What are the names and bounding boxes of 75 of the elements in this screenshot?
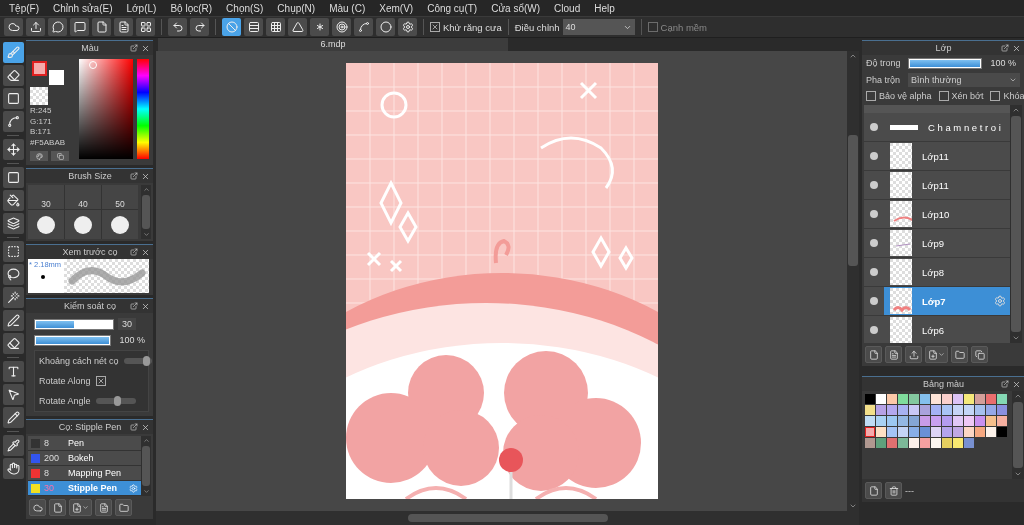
brush-item[interactable]: 8 Pen: [28, 436, 141, 451]
layer-item[interactable]: Lớp10: [884, 200, 1010, 228]
size-value: 30: [118, 318, 136, 330]
option-label: Khoảng cách nét cọ: [39, 356, 119, 366]
menu-item[interactable]: Bộ lọc(R): [163, 2, 220, 14]
layer-item[interactable]: C h a m n e t r o i: [884, 113, 1010, 141]
layer-name: C h a m n e t r o i: [928, 121, 1002, 133]
menu-item[interactable]: Help: [587, 2, 622, 14]
layer-row[interactable]: Lớp10: [864, 200, 1010, 229]
menu-item[interactable]: Chọn(S): [219, 2, 271, 14]
field-label: Pha trộn: [866, 75, 902, 85]
layer-item[interactable]: Lớp9: [884, 229, 1010, 257]
panel-title: Cọ: Stipple Pen: [57, 422, 123, 432]
layer-row[interactable]: C h a m n e t r o i: [864, 113, 1010, 142]
option-label: Rotate Along: [39, 376, 91, 386]
layer-name: Lớp11: [922, 179, 950, 191]
brush-item[interactable]: 200 Bokeh: [28, 451, 141, 466]
menu-item[interactable]: Cửa sổ(W): [484, 2, 548, 14]
document-tab[interactable]: 6.mdp: [158, 38, 508, 51]
brush-size-cell[interactable]: 50: [102, 185, 138, 209]
layer-item[interactable]: Lớp8: [884, 258, 1010, 286]
checkbox-label: Cạnh mềm: [660, 21, 708, 33]
panel-title: Kiểm soát cọ: [63, 301, 117, 311]
panel-title: Xem trước cọ: [61, 247, 119, 257]
layer-row[interactable]: Lớp9: [864, 229, 1010, 258]
brush-size: 8: [44, 468, 50, 478]
checkbox-label: Bảo vệ alpha: [879, 91, 932, 101]
layer-name: Lớp8: [922, 266, 946, 278]
palette-name: ---: [905, 485, 914, 496]
menu-item[interactable]: Chỉnh sửa(E): [46, 2, 120, 14]
menu-item[interactable]: Xem(V): [372, 2, 421, 14]
blend-mode-dropdown[interactable]: Bình thường: [908, 73, 1020, 87]
layer-item[interactable]: Lớp11: [884, 171, 1010, 199]
menu-item[interactable]: Cloud: [547, 2, 588, 14]
layer-name: Lớp11: [922, 150, 950, 162]
color-value: G:171: [30, 117, 53, 126]
field-label: Điều chỉnh: [514, 21, 560, 33]
layer-item[interactable]: Lớp11: [884, 142, 1010, 170]
color-value: #F5ABAB: [30, 138, 67, 147]
correction-dropdown[interactable]: 40: [562, 19, 635, 35]
brush-size: 30: [44, 483, 55, 493]
color-value: R:245: [30, 107, 53, 116]
checkbox-label: Khóa: [1003, 91, 1024, 101]
menu-item[interactable]: Tệp(F): [2, 2, 46, 14]
menu-item[interactable]: Lớp(L): [119, 2, 164, 14]
layer-name: Lớp9: [922, 237, 946, 249]
color-value: B:171: [30, 128, 52, 137]
brush-name: Mapping Pen: [68, 468, 123, 478]
panel-title: Màu: [80, 43, 100, 53]
layer-row[interactable]: Lớp11: [864, 142, 1010, 171]
menu-item[interactable]: Công cụ(T): [420, 2, 485, 14]
brush-size: 8: [44, 438, 50, 448]
checkbox-label: Xén bớt: [951, 91, 984, 101]
option-label: Rotate Angle: [39, 396, 91, 406]
brush-size: 200: [44, 453, 61, 463]
brush-name: Bokeh: [68, 453, 95, 463]
panel-title: Brush Size: [67, 171, 113, 181]
opacity-value: 100 %: [989, 57, 1017, 69]
panel-title: Bảng màu: [922, 379, 965, 389]
brush-name: Stipple Pen: [68, 483, 118, 493]
layer-name: Lớp6: [922, 324, 946, 336]
layer-name: Lớp7: [922, 295, 947, 307]
panel-title: Lớp: [934, 43, 953, 53]
menu-item[interactable]: Chụp(N): [270, 2, 323, 14]
layer-row[interactable]: Lớp11: [864, 171, 1010, 200]
layer-row[interactable]: Lớp8: [864, 258, 1010, 287]
field-label: Độ trong: [866, 58, 902, 68]
checkbox-label: Khử răng cưa: [443, 21, 502, 33]
brush-size-cell[interactable]: 40: [65, 185, 101, 209]
brush-name: Pen: [68, 438, 85, 448]
brush-size-cell[interactable]: 30: [28, 185, 64, 209]
brush-item[interactable]: 8 Mapping Pen: [28, 466, 141, 481]
opacity-value: 100 %: [118, 334, 146, 346]
layer-name: Lớp10: [922, 208, 951, 220]
menu-item[interactable]: Màu (C): [322, 2, 373, 14]
